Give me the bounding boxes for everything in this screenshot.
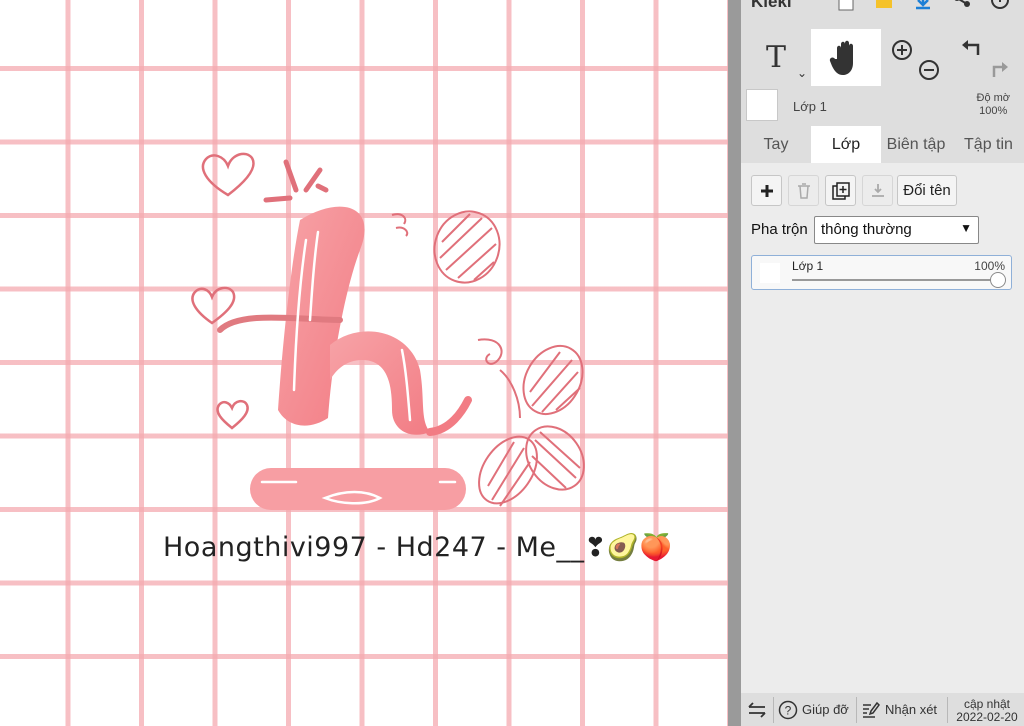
leaf-doodle — [478, 435, 538, 507]
hand-tool-button[interactable] — [811, 29, 881, 86]
hand-icon — [829, 40, 853, 75]
update-info[interactable]: cập nhật 2022-02-20 — [950, 698, 1024, 724]
signature-text: Hoangthivi997 - Hd247 - Me__❣🥑🍑 — [163, 532, 673, 563]
merge-down-icon — [871, 183, 884, 197]
sparkle-doodle — [263, 159, 329, 203]
panel-divider[interactable] — [728, 0, 741, 726]
text-tool-button[interactable]: T ⌄ — [741, 29, 811, 86]
share-icon[interactable] — [953, 0, 971, 12]
layer-thumbnail[interactable] — [746, 89, 778, 121]
leaf-doodle — [525, 425, 585, 491]
tool-bar: T ⌄ — [741, 29, 1024, 86]
help-label: Giúp đỡ — [802, 702, 849, 717]
download-icon[interactable] — [914, 0, 932, 12]
top-bar: Kleki — [741, 0, 1024, 14]
tab-layers[interactable]: Lớp — [811, 126, 881, 163]
tab-edit[interactable]: Biên tập — [881, 126, 951, 163]
squiggle-doodle — [391, 213, 409, 237]
add-layer-button[interactable] — [751, 175, 782, 206]
help-button[interactable]: ? Giúp đỡ — [778, 693, 849, 726]
duplicate-icon — [831, 181, 850, 200]
footer-divider — [856, 697, 857, 723]
side-panel: Kleki T ⌄ Lớp 1 Độ mờ 100% Tay Lớp Biên … — [741, 0, 1024, 726]
layer-list-item[interactable]: Lớp 1 100% — [751, 255, 1012, 290]
opacity-label: Độ mờ — [976, 92, 1011, 104]
heart-doodle — [216, 399, 249, 430]
letter-h-arch — [330, 331, 430, 435]
footer-divider — [773, 697, 774, 723]
current-layer-name: Lớp 1 — [793, 99, 827, 114]
signature-emoji: ❣🥑🍑 — [584, 533, 673, 563]
app-logo[interactable]: Kleki — [751, 0, 792, 12]
undo-icon — [962, 39, 980, 55]
panel-footer: ? Giúp đỡ Nhận xét cập nhật 2022-02-20 — [741, 693, 1024, 726]
opacity-slider-track[interactable] — [792, 279, 999, 281]
signature-name: Hoangthivi997 - Hd247 - Me__ — [163, 532, 585, 563]
tab-file[interactable]: Tập tin — [953, 126, 1024, 163]
leaf-doodle — [522, 345, 584, 415]
feedback-button[interactable]: Nhận xét — [862, 693, 937, 726]
layers-tab-content: Đổi tên Pha trộn thông thường ▼ Lớp 1 10… — [741, 163, 1024, 693]
blend-mode-select[interactable]: thông thường ▼ — [814, 216, 979, 244]
plus-icon — [760, 184, 773, 197]
opacity-slider-handle[interactable] — [990, 272, 1006, 288]
new-file-icon[interactable] — [837, 0, 855, 12]
delete-layer-button[interactable] — [788, 175, 819, 206]
undo-redo-icons — [962, 39, 1008, 77]
heart-doodle — [191, 286, 236, 325]
opacity-info: Độ mờ 100% — [977, 92, 1011, 118]
artwork — [191, 152, 585, 510]
panel-tabs: Tay Lớp Biên tập Tập tin — [741, 126, 1024, 163]
curl-doodle — [477, 338, 521, 419]
svg-text:?: ? — [785, 703, 792, 717]
opacity-value: 100% — [979, 105, 1008, 117]
rename-layer-button[interactable]: Đổi tên — [897, 175, 957, 206]
trash-icon — [797, 182, 810, 199]
redo-icon — [992, 61, 1008, 77]
drawing-canvas[interactable]: Hoangthivi997 - Hd247 - Me__❣🥑🍑 — [0, 0, 728, 726]
zoom-buttons — [889, 29, 939, 86]
zoom-icons — [892, 39, 939, 80]
update-date: 2022-02-20 — [956, 710, 1018, 724]
feedback-icon — [863, 701, 880, 718]
question-icon: ? — [778, 700, 798, 719]
merge-layer-button[interactable] — [862, 175, 893, 206]
layer-thumbnail — [760, 263, 780, 283]
blend-mode-value: thông thường — [821, 221, 912, 238]
tab-brush[interactable]: Tay — [741, 126, 811, 163]
help-icon[interactable] — [991, 0, 1009, 12]
blend-mode-label: Pha trộn — [751, 221, 808, 238]
layer-name: Lớp 1 — [792, 259, 824, 273]
swap-arrows-icon — [748, 701, 766, 718]
zoom-out-icon — [919, 59, 939, 80]
heart-doodle — [201, 152, 255, 197]
letter-h-swash — [426, 396, 472, 436]
folder-icon[interactable] — [875, 0, 893, 12]
text-tool-icon: T — [765, 40, 786, 75]
leaf-doodle — [433, 210, 501, 284]
chevron-down-icon[interactable]: ⌄ — [797, 66, 807, 80]
duplicate-layer-button[interactable] — [825, 175, 856, 206]
feedback-label: Nhận xét — [885, 702, 938, 717]
zoom-in-icon — [892, 39, 912, 60]
swap-side-button[interactable] — [747, 693, 767, 726]
footer-divider — [947, 697, 948, 723]
undo-redo-buttons — [956, 29, 1016, 86]
current-layer-header: Lớp 1 Độ mờ 100% — [741, 86, 1024, 126]
chevron-down-icon: ▼ — [960, 221, 972, 235]
layer-opacity-value: 100% — [974, 259, 1005, 273]
